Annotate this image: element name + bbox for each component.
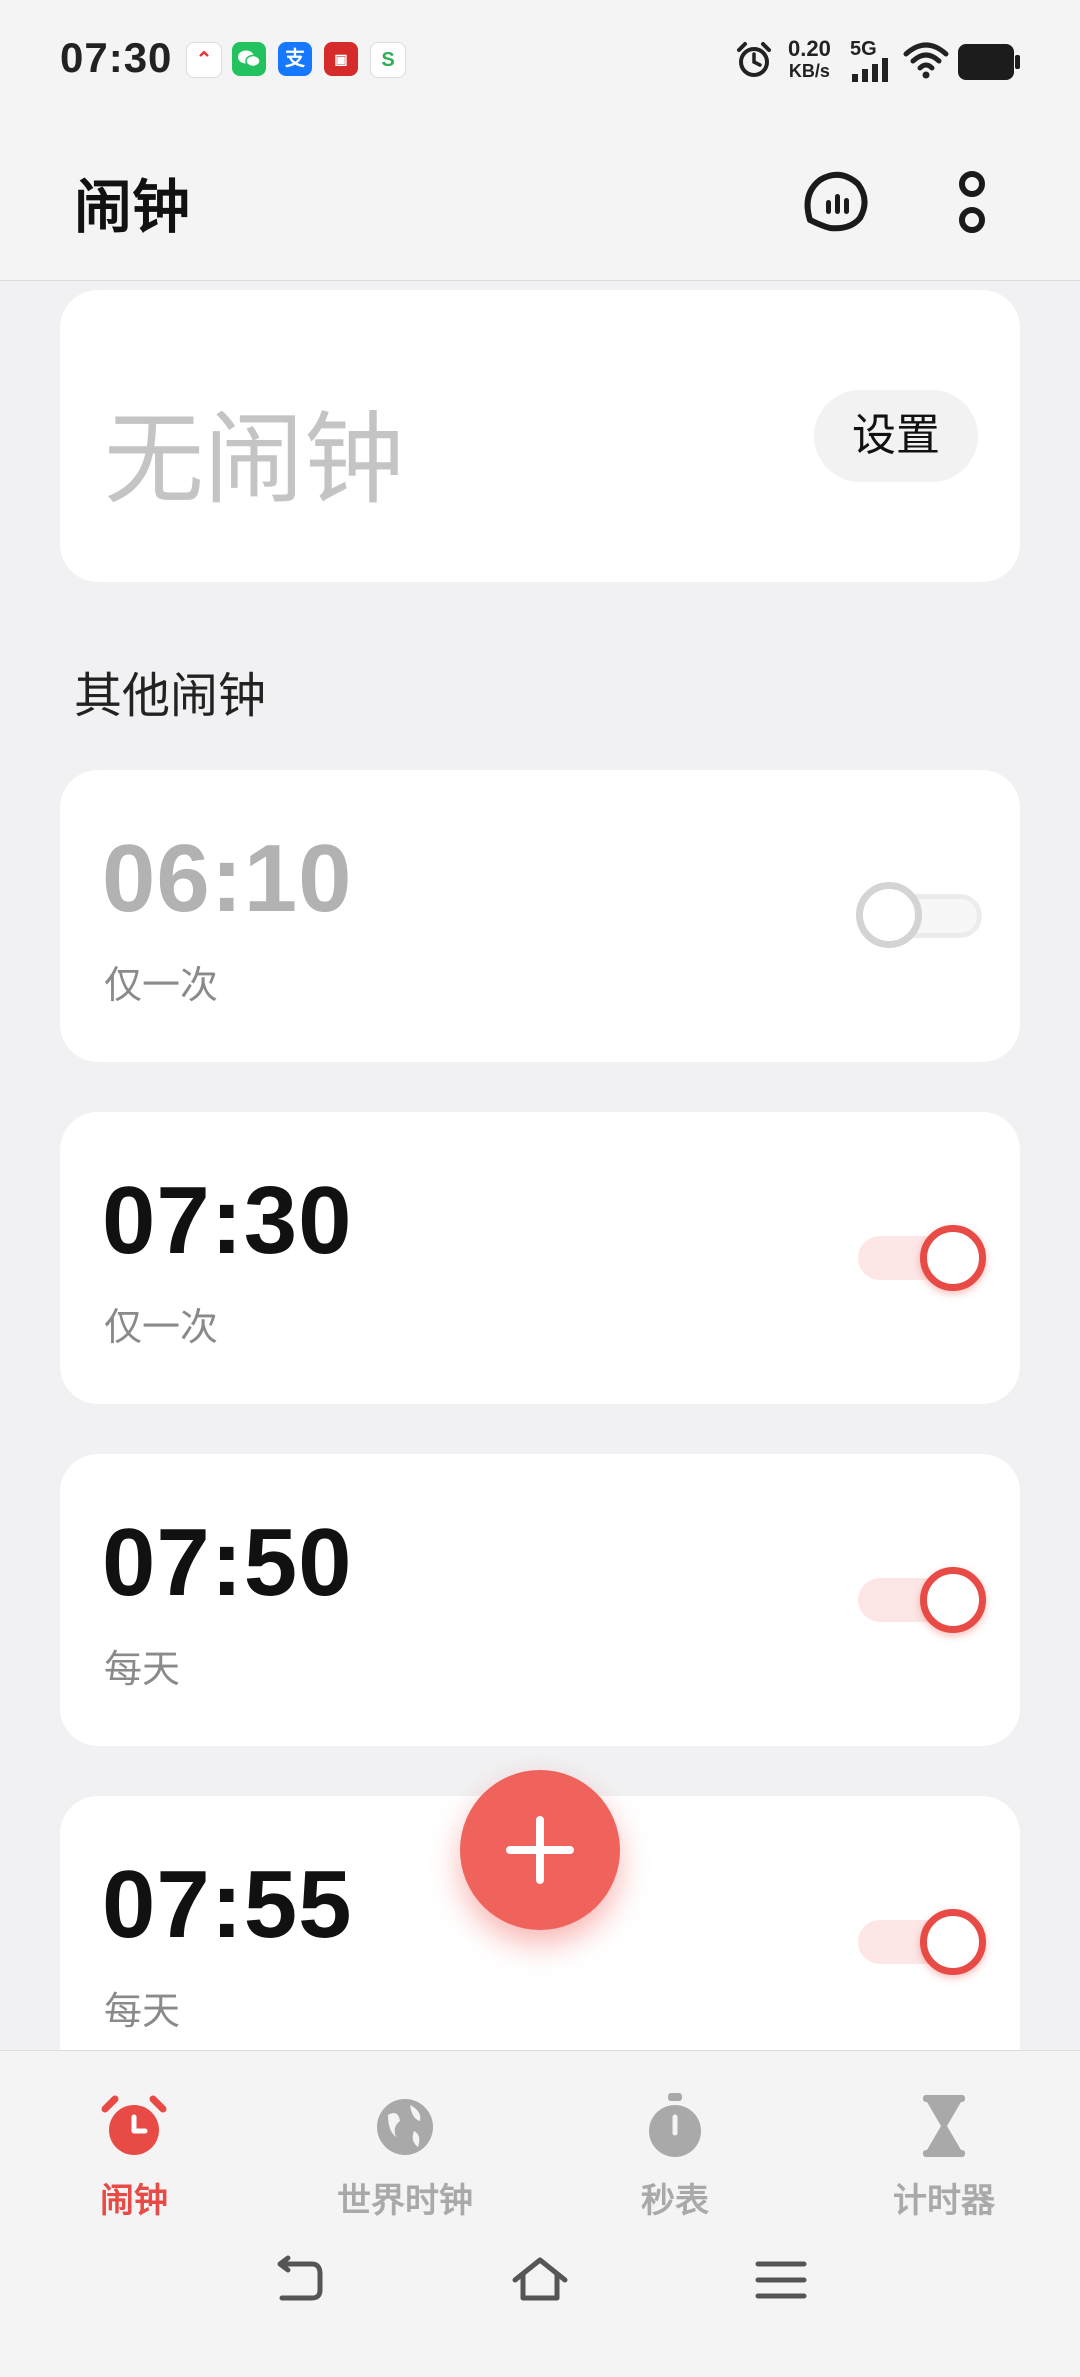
tab-label: 计时器 <box>893 2181 995 2221</box>
alipay-icon: 支 <box>278 42 312 76</box>
alarm-card[interactable]: 07:30 仅一次 <box>60 1112 1020 1404</box>
alarm-clock-icon <box>101 2095 167 2155</box>
alarm-repeat: 仅一次 <box>104 1305 219 1349</box>
network-speed-value: 0.20 <box>788 36 831 61</box>
signal-icon <box>852 58 890 86</box>
next-alarm-card: 无闹钟 设置 <box>60 290 1020 582</box>
no-alarm-label: 无闹钟 <box>104 401 404 518</box>
add-alarm-button[interactable] <box>460 1770 620 1930</box>
set-alarm-button[interactable]: 设置 <box>814 390 978 482</box>
section-title: 其他闹钟 <box>74 668 267 724</box>
network-speed-unit: KB/s <box>788 61 830 81</box>
plus-icon <box>506 1816 574 1884</box>
alarm-toggle[interactable] <box>858 1225 986 1291</box>
alarm-toggle[interactable] <box>858 1567 986 1633</box>
tab-label: 世界时钟 <box>337 2181 473 2221</box>
alarm-card[interactable]: 06:10 仅一次 <box>60 770 1020 1062</box>
status-time: 07:30 <box>60 34 173 81</box>
alarm-time: 07:30 <box>102 1167 353 1274</box>
green-app-icon: S <box>370 42 406 78</box>
home-icon[interactable] <box>509 2250 571 2316</box>
alarm-repeat: 每天 <box>104 1647 181 1691</box>
bottom-navigation: 闹钟 世界时钟 秒表 计时器 <box>0 2050 1080 2377</box>
network-speed: 0.20 KB/s <box>788 38 831 82</box>
back-icon[interactable] <box>268 2250 330 2316</box>
page-title: 闹钟 <box>74 173 191 241</box>
globe-icon <box>377 2099 433 2155</box>
battery-icon <box>958 44 1020 84</box>
tab-label: 秒表 <box>641 2181 709 2221</box>
wifi-icon <box>902 40 950 84</box>
sound-wave-icon[interactable] <box>800 166 870 240</box>
app-header: 闹钟 <box>0 120 1080 281</box>
tab-world-clock[interactable]: 世界时钟 <box>295 2091 515 2222</box>
stopwatch-icon <box>649 2093 701 2157</box>
alarm-time: 07:55 <box>102 1851 353 1958</box>
wechat-icon <box>232 42 266 76</box>
hourglass-icon <box>923 2095 965 2157</box>
tab-stopwatch[interactable]: 秒表 <box>565 2091 785 2222</box>
alarm-repeat: 仅一次 <box>104 963 219 1007</box>
tab-label: 闹钟 <box>100 2181 168 2221</box>
status-bar: 07:30 ⌃ 支 ▣ S 0.20 KB/s 5G <box>0 0 1080 120</box>
news-app-icon: ▣ <box>324 42 358 76</box>
alarm-card[interactable]: 07:50 每天 <box>60 1454 1020 1746</box>
alarm-time: 07:50 <box>102 1509 353 1616</box>
alarm-repeat: 每天 <box>104 1989 181 2033</box>
tab-timer[interactable]: 计时器 <box>834 2091 1054 2222</box>
alarm-time: 06:10 <box>102 825 353 932</box>
alarm-toggle[interactable] <box>858 1909 986 1975</box>
alarm-toggle[interactable] <box>856 882 982 948</box>
more-vertical-icon[interactable] <box>950 164 994 244</box>
tab-alarm[interactable]: 闹钟 <box>24 2091 244 2222</box>
alarm-status-icon <box>734 40 774 84</box>
compass-icon: ⌃ <box>186 42 222 78</box>
menu-icon[interactable] <box>750 2250 812 2316</box>
